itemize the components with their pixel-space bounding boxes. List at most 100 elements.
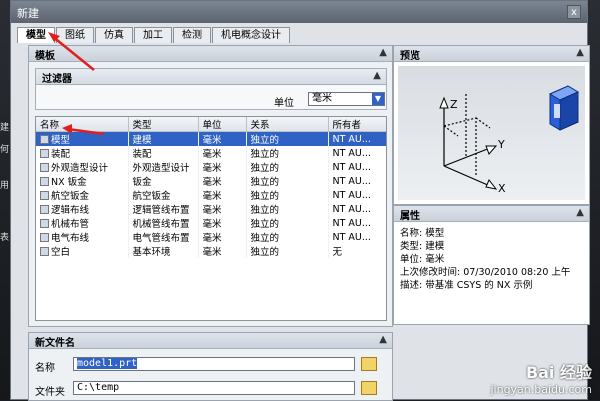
cell-text: 外观造型设计 xyxy=(132,163,190,174)
table-cell-unit: 毫米 xyxy=(198,202,247,216)
cell-text: NT AU... xyxy=(332,189,371,201)
templates-panel: 模板 ▲ 过滤器 ▲ 单位 毫米 ▼ 名称 类型 单位 关系 所有者 模型 建模 毫米 独立… xyxy=(28,45,393,327)
table-cell-type: 建模 xyxy=(128,131,199,146)
table-cell-name: 逻辑布线 xyxy=(36,202,129,216)
cell-text: 航空钣金 xyxy=(132,191,171,202)
table-cell-owner: NT AU... xyxy=(328,146,386,160)
prop-modified: 上次修改时间: 07/30/2010 08:20 上午 xyxy=(400,267,571,278)
table-cell-owner: NT AU... xyxy=(328,230,386,244)
table-cell-type: 电气管线布置 xyxy=(128,230,199,244)
cell-text: 毫米 xyxy=(202,233,222,244)
column-header-unit[interactable]: 单位 xyxy=(198,117,247,132)
collapse-chevron-icon[interactable]: ▲ xyxy=(576,47,584,58)
cell-text: 独立的 xyxy=(250,149,280,160)
title-bar: 新建 x xyxy=(11,1,587,23)
table-cell-type: 机械管线布置 xyxy=(128,216,199,230)
cell-text: NT AU... xyxy=(332,147,371,159)
cell-text: 电气布线 xyxy=(51,233,90,244)
cell-text: 逻辑布线 xyxy=(51,205,90,216)
close-button[interactable]: x xyxy=(567,5,581,19)
folder-browse-icon[interactable] xyxy=(361,357,377,371)
cell-text: NT AU... xyxy=(332,161,371,173)
column-header-owner[interactable]: 所有者 xyxy=(328,117,386,132)
table-cell-type: 外观造型设计 xyxy=(128,160,199,174)
properties-header[interactable]: 属性 ▲ xyxy=(394,206,589,222)
table-cell-rel: 独立的 xyxy=(246,160,329,174)
axis-y-label: Y xyxy=(497,138,505,151)
cell-text: 毫米 xyxy=(202,135,222,146)
cell-text: 装配 xyxy=(132,149,152,160)
annotation-arrow-row xyxy=(62,124,105,136)
properties-body: 名称: 模型 类型: 建模 单位: 毫米 上次修改时间: 07/30/2010 … xyxy=(394,222,589,297)
new-filename-header[interactable]: 新文件名 ▲ xyxy=(29,333,392,349)
folder-browse-icon[interactable] xyxy=(361,381,377,395)
cell-text: 独立的 xyxy=(250,191,280,202)
cell-text: 基本环境 xyxy=(132,247,171,258)
table-cell-unit: 毫米 xyxy=(198,216,247,230)
collapse-chevron-icon[interactable]: ▲ xyxy=(373,70,381,81)
chevron-down-icon[interactable]: ▼ xyxy=(372,93,384,105)
table-cell-name: 机械布管 xyxy=(36,216,129,230)
column-header-relation[interactable]: 关系 xyxy=(246,117,329,132)
unit-dropdown[interactable]: 毫米 ▼ xyxy=(308,92,385,106)
table-cell-rel: 独立的 xyxy=(246,202,329,216)
table-row[interactable]: 航空钣金 航空钣金 毫米 独立的 NT AU... xyxy=(36,188,386,202)
table-row[interactable]: 机械布管 机械管线布置 毫米 独立的 NT AU... xyxy=(36,216,386,230)
cell-text: 机械管线布置 xyxy=(132,219,190,230)
cell-text: 装配 xyxy=(51,149,71,160)
template-icon xyxy=(40,205,49,214)
cell-text: 独立的 xyxy=(250,233,280,244)
cell-text: 独立的 xyxy=(250,163,280,174)
table-cell-owner: NT AU... xyxy=(328,202,386,216)
collapse-chevron-icon[interactable]: ▲ xyxy=(576,207,584,218)
cell-text: 逻辑管线布置 xyxy=(132,205,190,216)
table-cell-owner: NT AU... xyxy=(328,131,386,146)
cell-text: 无 xyxy=(332,247,343,258)
cell-text: NX 钣金 xyxy=(51,177,87,188)
table-cell-rel: 独立的 xyxy=(246,188,329,202)
template-icon xyxy=(40,233,49,242)
table-cell-name: 空白 xyxy=(36,244,129,258)
table-cell-rel: 独立的 xyxy=(246,216,329,230)
table-cell-type: 逻辑管线布置 xyxy=(128,202,199,216)
table-cell-owner: 无 xyxy=(328,244,386,258)
prop-name: 名称: 模型 xyxy=(400,228,445,239)
prop-type: 类型: 建模 xyxy=(400,241,445,252)
table-cell-unit: 毫米 xyxy=(198,230,247,244)
cell-text: 钣金 xyxy=(132,177,152,188)
cell-text: 建模 xyxy=(132,135,152,146)
cell-text: 独立的 xyxy=(250,247,280,258)
table-cell-type: 航空钣金 xyxy=(128,188,199,202)
table-row[interactable]: 电气布线 电气管线布置 毫米 独立的 NT AU... xyxy=(36,230,386,244)
tab-mechatronics[interactable]: 机电概念设计 xyxy=(212,27,290,43)
axis-z-label: Z xyxy=(450,98,458,111)
column-header-type[interactable]: 类型 xyxy=(128,117,199,132)
folder-input[interactable]: C:\temp xyxy=(73,381,355,395)
cell-text: NT AU... xyxy=(332,133,371,145)
collapse-chevron-icon[interactable]: ▲ xyxy=(379,334,387,345)
cell-text: 毫米 xyxy=(202,149,222,160)
table-row[interactable]: 空白 基本环境 毫米 独立的 无 xyxy=(36,244,386,258)
table-row[interactable]: 逻辑布线 逻辑管线布置 毫米 独立的 NT AU... xyxy=(36,202,386,216)
template-icon xyxy=(40,247,49,256)
cell-text: 电气管线布置 xyxy=(132,233,190,244)
collapse-chevron-icon[interactable]: ▲ xyxy=(379,47,387,58)
table-cell-name: 电气布线 xyxy=(36,230,129,244)
filename-input[interactable]: model1.prt xyxy=(73,357,355,371)
cell-text: 独立的 xyxy=(250,219,280,230)
table-row[interactable]: 外观造型设计 外观造型设计 毫米 独立的 NT AU... xyxy=(36,160,386,174)
annotation-arrow-tab xyxy=(48,32,95,71)
table-cell-name: 航空钣金 xyxy=(36,188,129,202)
table-row[interactable]: NX 钣金 钣金 毫米 独立的 NT AU... xyxy=(36,174,386,188)
tab-inspection[interactable]: 检测 xyxy=(173,27,211,43)
table-row[interactable]: 装配 装配 毫米 独立的 NT AU... xyxy=(36,146,386,160)
properties-panel: 属性 ▲ 名称: 模型 类型: 建模 单位: 毫米 上次修改时间: 07/30/2… xyxy=(393,205,590,325)
watermark: Bai 经验 jingyan.baidu.com xyxy=(490,363,592,396)
template-icon xyxy=(40,191,49,200)
preview-header[interactable]: 预览 ▲ xyxy=(394,46,589,62)
table-cell-type: 基本环境 xyxy=(128,244,199,258)
table-cell-type: 装配 xyxy=(128,146,199,160)
tab-manufacturing[interactable]: 加工 xyxy=(134,27,172,43)
cell-text: NT AU... xyxy=(332,217,371,229)
cell-text: 机械布管 xyxy=(51,219,90,230)
